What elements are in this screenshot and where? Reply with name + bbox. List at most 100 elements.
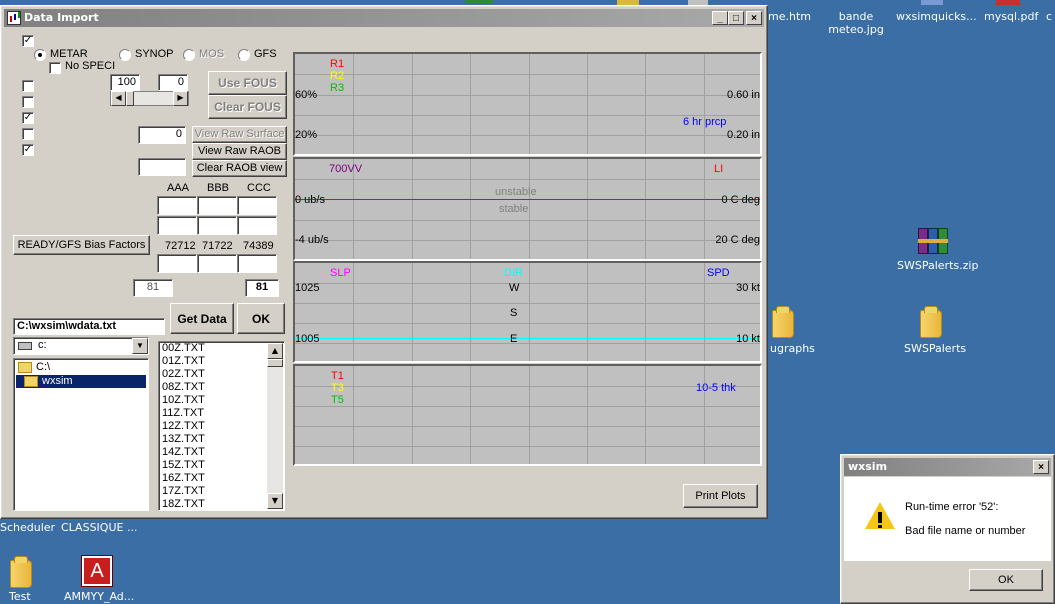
bbb-field-2[interactable] — [197, 216, 237, 235]
desktop-label-mysql-pdf[interactable]: mysql.pdf — [984, 10, 1038, 23]
radio-gfs[interactable] — [238, 49, 250, 61]
ccc-field-1[interactable] — [237, 196, 277, 215]
directory-list[interactable]: C:\ wxsim — [13, 358, 149, 511]
list-item[interactable]: 17Z.TXT — [159, 485, 284, 498]
folder-icon[interactable] — [918, 306, 942, 338]
dialog-ok-button[interactable]: OK — [969, 569, 1043, 591]
desktop-label-test[interactable]: Test — [9, 590, 31, 603]
station-1-label: 72712 — [165, 240, 196, 252]
desktop-label-wxsimquicks[interactable]: wxsimquicks... — [896, 10, 977, 23]
dialog-close-button[interactable]: × — [1033, 460, 1049, 474]
list-item[interactable]: 13Z.TXT — [159, 433, 284, 446]
plot1-left-top: 60% — [295, 89, 318, 101]
window-titlebar[interactable]: Data Import _ □ × — [4, 9, 764, 27]
radio-metar[interactable] — [34, 49, 46, 61]
winrar-icon[interactable] — [918, 228, 948, 254]
close-button[interactable]: × — [746, 11, 762, 25]
slider-track[interactable]: ◀ ▶ — [110, 91, 189, 106]
scroll-down-arrow[interactable]: ▼ — [267, 493, 283, 509]
folder-icon[interactable] — [8, 556, 32, 588]
get-data-button[interactable]: Get Data — [170, 303, 234, 334]
desktop-label-swspalerts-zip[interactable]: SWSPalerts.zip — [897, 259, 978, 272]
checkbox-main[interactable]: ✓ — [22, 35, 34, 47]
path-field[interactable]: C:\wxsim\wdata.txt — [13, 318, 165, 335]
station-field-3[interactable] — [237, 254, 277, 273]
ccc-field-2[interactable] — [237, 216, 277, 235]
list-item[interactable]: 15Z.TXT — [159, 459, 284, 472]
checkbox-3[interactable]: ✓ — [22, 112, 34, 124]
col-aaa-label: AAA — [167, 182, 190, 194]
ready-gfs-bias-button[interactable]: READY/GFS Bias Factors — [13, 235, 150, 255]
desktop-label-swspalerts[interactable]: SWSPalerts — [904, 342, 966, 355]
list-item[interactable]: 18Z.TXT — [159, 498, 284, 510]
station-field-2[interactable] — [197, 254, 237, 273]
file-list[interactable]: 00Z.TXT 01Z.TXT 02Z.TXT 08Z.TXT 10Z.TXT … — [158, 341, 285, 511]
slider-thumb[interactable] — [126, 91, 134, 106]
checkbox-no-speci[interactable] — [49, 62, 61, 74]
raob-field[interactable] — [138, 158, 186, 176]
radio-synop[interactable] — [119, 49, 131, 61]
maximize-button[interactable]: □ — [728, 11, 744, 25]
dropdown-arrow-icon[interactable]: ▼ — [132, 338, 148, 354]
desktop-label-ammyy[interactable]: AMMYY_Ad... — [64, 590, 134, 603]
count-left-field[interactable]: 81 — [133, 279, 173, 297]
plot1-series-label: 6 hr prcp — [683, 116, 727, 128]
desktop-label-scheduler[interactable]: Scheduler — [0, 521, 55, 534]
list-item[interactable]: 02Z.TXT — [159, 368, 284, 381]
station-field-1[interactable] — [157, 254, 197, 273]
checkbox-5[interactable]: ✓ — [22, 144, 34, 156]
clear-fous-button[interactable]: Clear FOUS — [208, 95, 287, 119]
desktop-icon-top-5[interactable] — [996, 0, 1020, 5]
desktop-label-bande-meteo[interactable]: bande meteo.jpg — [826, 10, 886, 36]
use-fous-button[interactable]: Use FOUS — [208, 71, 287, 95]
desktop-icon-top-1[interactable] — [465, 0, 493, 4]
list-item[interactable]: 08Z.TXT — [159, 381, 284, 394]
checkbox-4[interactable] — [22, 128, 34, 140]
list-item[interactable]: 01Z.TXT — [159, 355, 284, 368]
field-0a[interactable]: 0 — [158, 74, 188, 91]
view-raw-surface-button[interactable]: View Raw Surface — [192, 126, 287, 143]
folder-icon[interactable] — [770, 306, 794, 338]
scroll-thumb[interactable] — [267, 359, 283, 367]
print-plots-button[interactable]: Print Plots — [683, 484, 758, 508]
radio-metar-label: METAR — [50, 48, 88, 60]
file-list-scrollbar[interactable]: ▲ ▼ — [267, 343, 283, 509]
desktop-label-c[interactable]: c — [1046, 10, 1052, 23]
plot4-t5-label: T5 — [331, 394, 344, 406]
aaa-field-1[interactable] — [157, 196, 197, 215]
field-100[interactable]: 100 — [110, 74, 140, 91]
list-item[interactable]: 16Z.TXT — [159, 472, 284, 485]
plot1-r2-label: R2 — [330, 70, 345, 82]
radio-mos[interactable] — [183, 49, 195, 61]
minimize-button[interactable]: _ — [712, 11, 728, 25]
dir-row-root[interactable]: C:\ — [16, 361, 146, 374]
list-item[interactable]: 11Z.TXT — [159, 407, 284, 420]
desktop-icon-top-4[interactable] — [921, 0, 943, 5]
count-right-field[interactable]: 81 — [245, 279, 279, 297]
desktop-label-me-htm[interactable]: me.htm — [768, 10, 811, 23]
dialog-titlebar[interactable]: wxsim × — [844, 458, 1051, 476]
slider-left-arrow[interactable]: ◀ — [111, 91, 126, 106]
field-0b[interactable]: 0 — [138, 126, 186, 144]
clear-raob-view-button[interactable]: Clear RAOB view — [192, 160, 287, 177]
list-item[interactable]: 12Z.TXT — [159, 420, 284, 433]
ammyy-icon[interactable]: A — [82, 556, 112, 586]
list-item[interactable]: 14Z.TXT — [159, 446, 284, 459]
aaa-field-2[interactable] — [157, 216, 197, 235]
slider-right-arrow[interactable]: ▶ — [173, 91, 188, 106]
error-message-line2: Bad file name or number — [905, 525, 1026, 537]
list-item[interactable]: 00Z.TXT — [159, 342, 284, 355]
desktop-label-ugraphs[interactable]: ugraphs — [770, 342, 815, 355]
desktop-label-classique[interactable]: CLASSIQUE ... — [61, 521, 137, 534]
plot3-dir-w: W — [509, 282, 520, 294]
dir-row-wxsim[interactable]: wxsim — [16, 375, 146, 388]
bbb-field-1[interactable] — [197, 196, 237, 215]
scroll-up-arrow[interactable]: ▲ — [267, 343, 283, 359]
view-raw-raob-button[interactable]: View Raw RAOB — [192, 143, 287, 160]
ok-button[interactable]: OK — [237, 303, 285, 334]
checkbox-1[interactable] — [22, 80, 34, 92]
drive-select[interactable]: c: ▼ — [13, 337, 149, 355]
list-item[interactable]: 10Z.TXT — [159, 394, 284, 407]
checkbox-2[interactable] — [22, 96, 34, 108]
file-rows: 00Z.TXT 01Z.TXT 02Z.TXT 08Z.TXT 10Z.TXT … — [159, 342, 284, 510]
